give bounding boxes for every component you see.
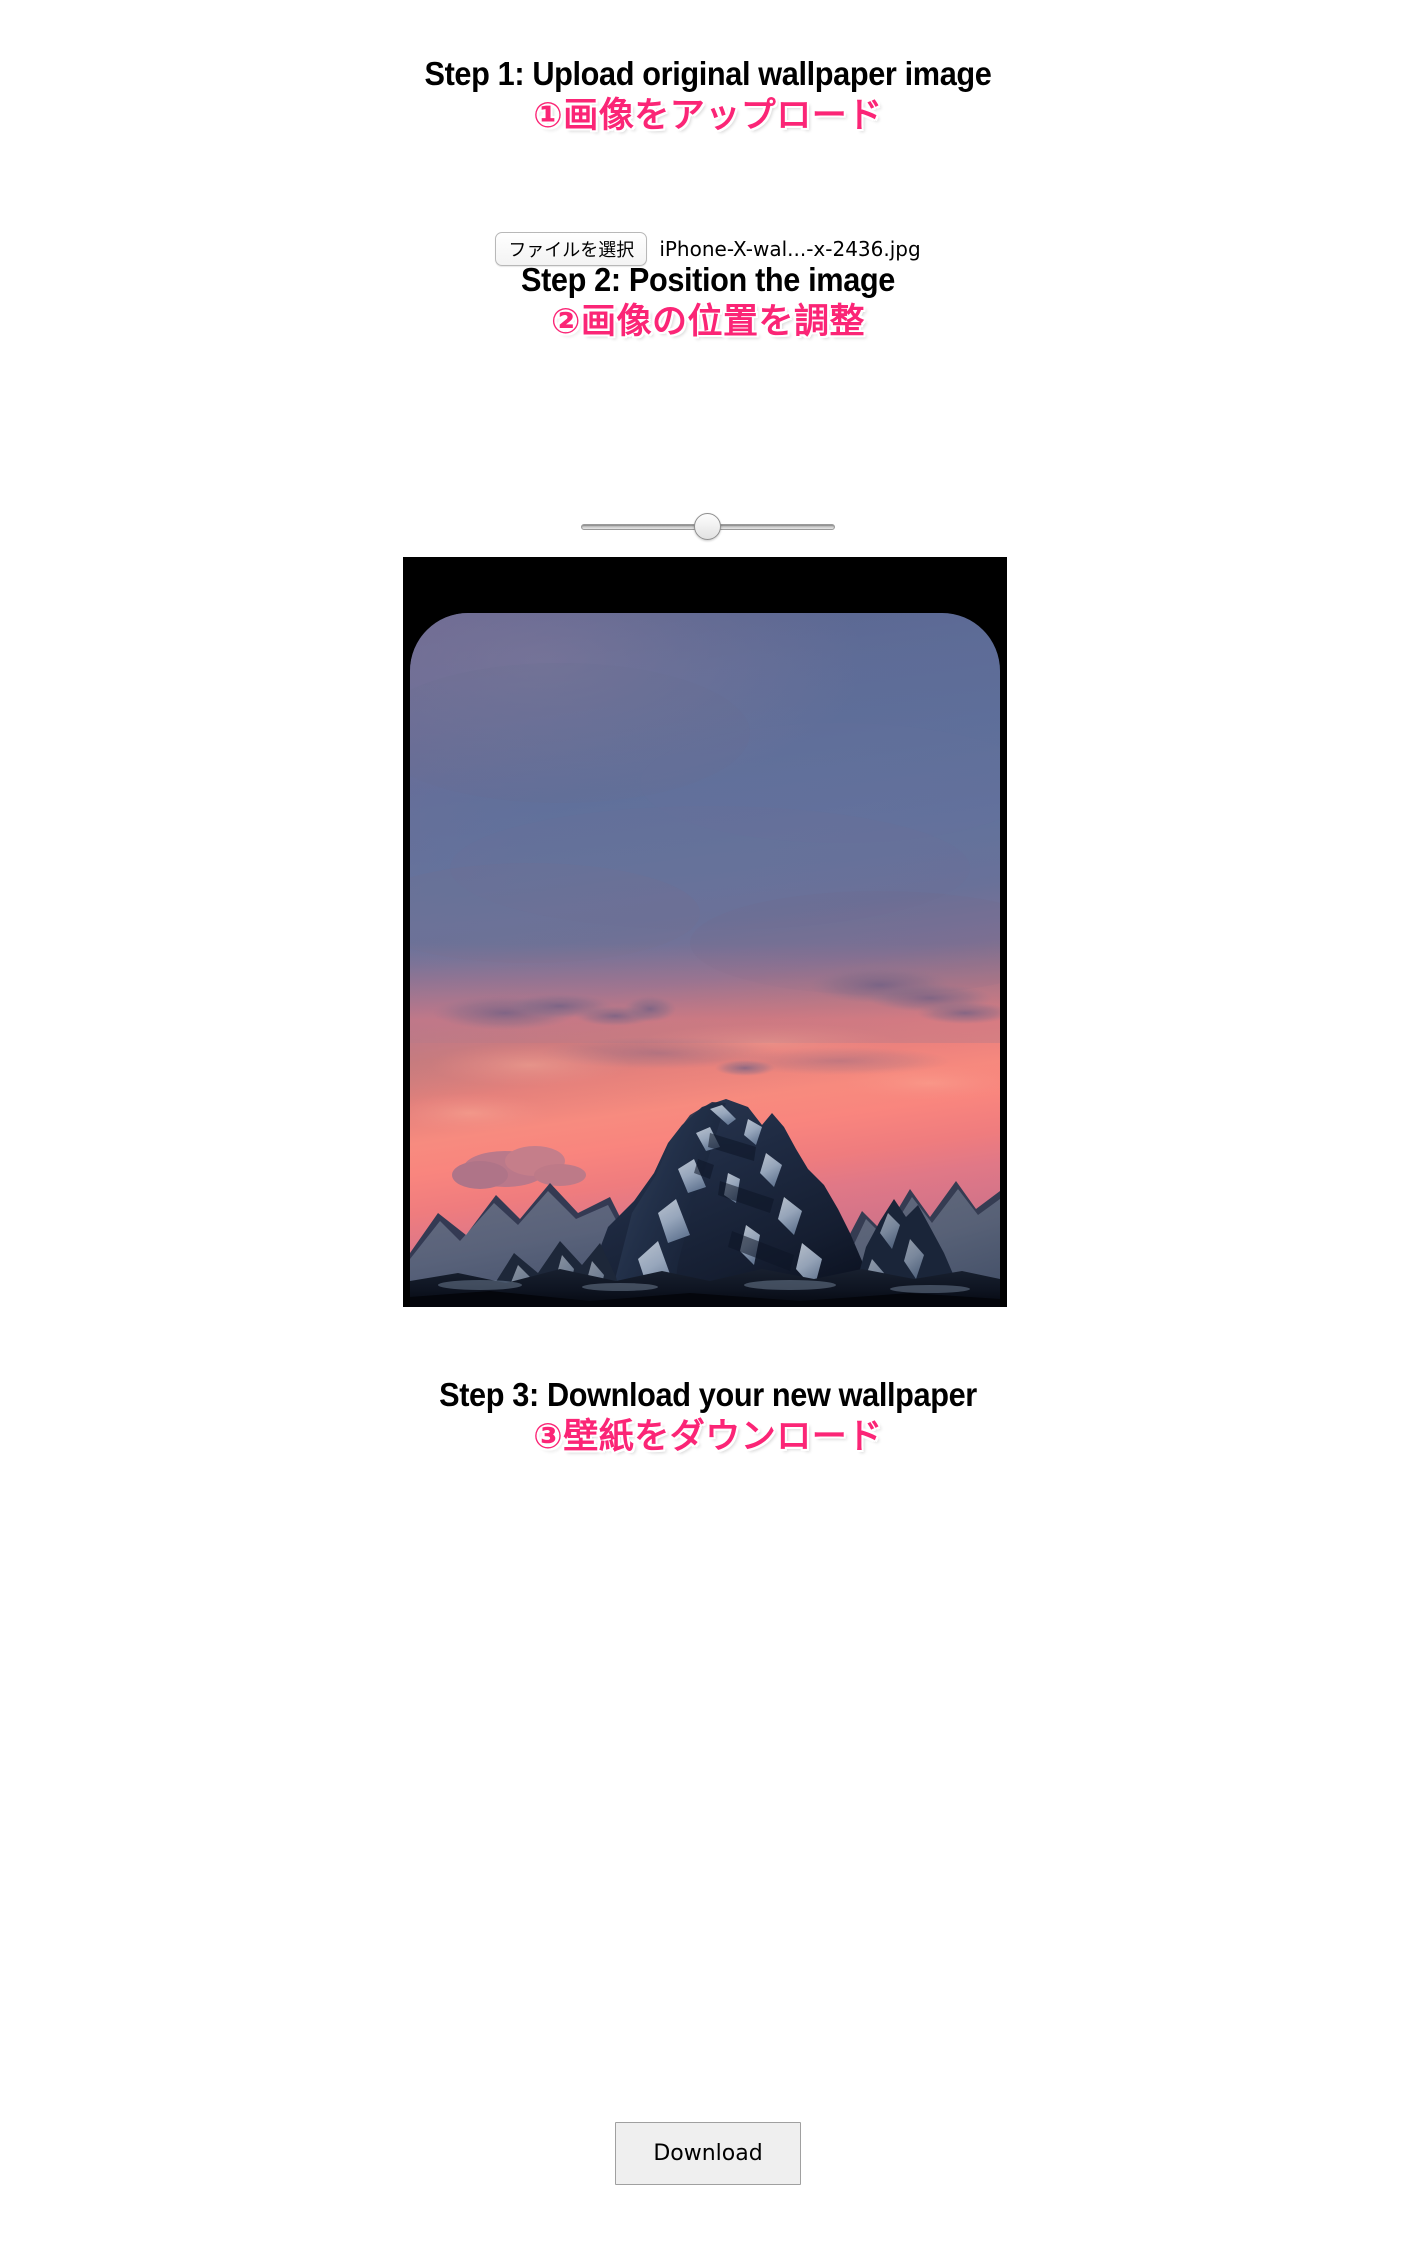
position-slider[interactable]: [581, 513, 835, 541]
wallpaper-preview-image: [410, 613, 1000, 1307]
step-2-title-en: Step 2: Position the image: [520, 261, 896, 298]
phone-screen[interactable]: [410, 613, 1000, 1307]
step-3-section: Step 3: Download your new wallpaper ③壁紙を…: [0, 1375, 1416, 1459]
download-button[interactable]: Download: [615, 2122, 801, 2185]
step-2-title-jp: ②画像の位置を調整: [550, 302, 866, 342]
step-2-section: Step 2: Position the image ②画像の位置を調整: [0, 260, 1416, 344]
step-1-title-en: Step 1: Upload original wallpaper image: [424, 55, 992, 92]
step-1-section: Step 1: Upload original wallpaper image …: [0, 54, 1416, 138]
phone-preview-frame: [403, 557, 1007, 1307]
wallpaper-generator-page: Step 1: Upload original wallpaper image …: [0, 0, 1416, 2246]
slider-thumb[interactable]: [694, 513, 721, 540]
step-1-title-jp: ①画像をアップロード: [533, 96, 883, 136]
position-slider-wrap: [0, 513, 1416, 541]
download-button-wrap: Download: [0, 2122, 1416, 2185]
selected-file-name: iPhone-X-wal...-x-2436.jpg: [659, 237, 921, 261]
step-3-title-jp: ③壁紙をダウンロード: [533, 1417, 883, 1457]
step-3-title-en: Step 3: Download your new wallpaper: [439, 1376, 977, 1413]
